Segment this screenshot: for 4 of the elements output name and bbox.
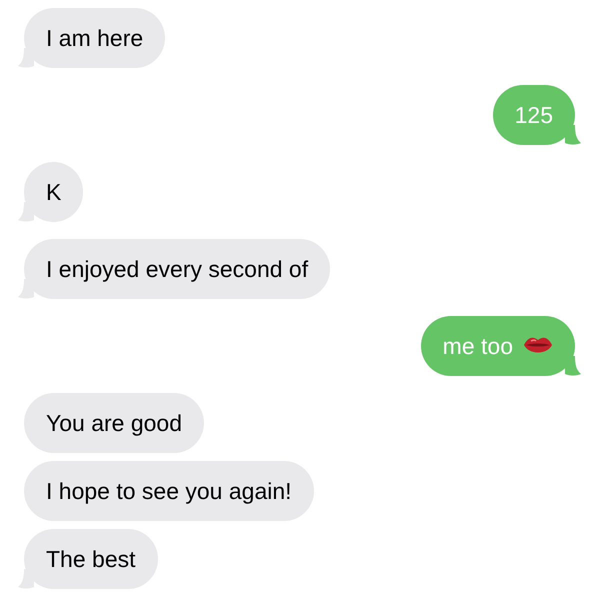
bubble-tail	[565, 125, 581, 145]
message-bubble: I hope to see you again!	[24, 461, 314, 521]
bubble-tail	[565, 356, 581, 376]
message-bubble: You are good	[24, 393, 204, 453]
